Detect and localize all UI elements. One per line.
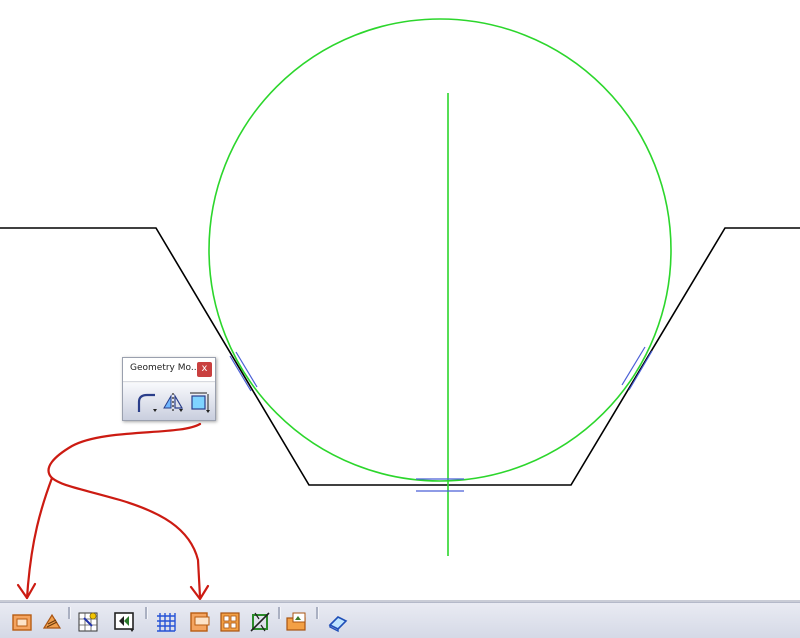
cut-tool-icon[interactable] [248,610,272,634]
fillet-icon[interactable] [135,390,159,414]
sketch-frame-icon[interactable] [10,610,34,634]
mirror-icon[interactable] [161,390,185,414]
constraint-box-icon[interactable] [187,390,211,414]
grid-snap-icon[interactable] [76,610,100,634]
geometry-modify-panel[interactable]: Geometry Mo... x [122,357,216,421]
eraser-tool-icon[interactable] [326,610,350,634]
profile-polyline[interactable] [0,227,800,486]
toolbar-separator [68,607,71,619]
panel-title-bar[interactable]: Geometry Mo... x [123,358,215,382]
window-pan-icon[interactable] [112,610,136,634]
geometry-tools-bar [123,383,215,420]
annotation-arrows [16,422,210,600]
image-import-icon[interactable] [284,610,308,634]
hatch-tool-icon[interactable] [40,610,64,634]
layer-frame-icon[interactable] [188,610,212,634]
grid-icon[interactable] [154,610,178,634]
green-circle[interactable] [208,18,672,482]
panel-close-button[interactable]: x [197,362,212,377]
panel-title: Geometry Mo... [130,363,196,373]
multi-view-icon[interactable] [218,610,242,634]
toolbar-separator [278,607,281,619]
bottom-toolbar [0,602,800,638]
toolbar-separator [316,607,319,619]
drawing-canvas[interactable] [0,0,800,600]
tangent-mark-right [621,346,653,391]
toolbar-separator [145,607,148,619]
